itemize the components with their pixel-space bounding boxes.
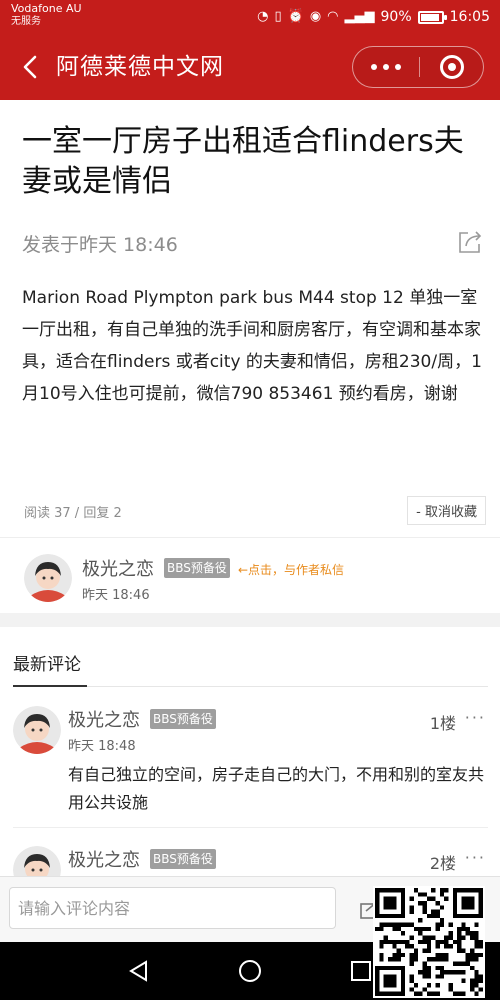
post-stats: 阅读 37 / 回复 2 [24, 506, 122, 521]
author-name[interactable]: 极光之恋 [82, 555, 154, 581]
back-arrow-icon[interactable] [16, 50, 46, 84]
comment-time: 昨天 18:48 [68, 739, 136, 754]
comment-floor: 2楼 [429, 854, 456, 873]
carrier-status: 无服务 [11, 16, 41, 27]
battery-percent: 90% [380, 9, 412, 25]
status-icons: ◔ ▯ ⏰ ◉ ◠ ▂▄▆ 90% 16:05 [257, 6, 490, 28]
eye-comfort-icon: ◉ [309, 9, 322, 24]
carrier-info: Vodafone AU 无服务 [11, 2, 82, 28]
comment-item: 极光之恋 BBS预备役 1楼 ··· 昨天 18:48 有自己独立的空间，房子走… [0, 706, 500, 826]
comment-floor: 1楼 [429, 714, 456, 733]
post-body: Marion Road Plympton park bus M44 stop 1… [22, 288, 482, 404]
miniprogram-capsule [352, 46, 484, 88]
comment-author-name[interactable]: 极光之恋 [68, 846, 140, 872]
alarm-icon: ⏰ [287, 9, 304, 24]
post-title: 一室一厅房子出租适合flinders夫妻或是情侣 [22, 124, 464, 199]
author-avatar[interactable] [24, 554, 72, 602]
author-badge: BBS预备役 [164, 558, 230, 578]
signal-icon: ▂▄▆ [344, 9, 375, 24]
page-title: 阿德莱德中文网 [56, 54, 224, 80]
clock: 16:05 [449, 9, 490, 25]
comment-input[interactable] [9, 887, 336, 929]
wifi-icon: ◠ [327, 9, 339, 24]
capsule-divider [419, 57, 420, 77]
post-time: 发表于昨天 18:46 [22, 234, 178, 256]
nav-home-icon[interactable] [235, 956, 265, 986]
comment-author-badge: BBS预备役 [150, 849, 216, 869]
comment-divider [13, 827, 488, 828]
comment-more-icon[interactable]: ··· [465, 708, 486, 727]
vibrate-icon: ▯ [274, 9, 282, 24]
status-bar: Vodafone AU 无服务 ◔ ▯ ⏰ ◉ ◠ ▂▄▆ 90% 16:05 [0, 0, 500, 34]
comment-item: 极光之恋 BBS预备役 2楼 ··· [0, 846, 500, 876]
comments-tab-underline [13, 685, 87, 687]
unfavorite-button[interactable]: - 取消收藏 [407, 496, 486, 525]
data-saver-icon: ◔ [257, 9, 269, 24]
author-block: 极光之恋 BBS预备役 ←点击，与作者私信 昨天 18:46 [0, 537, 500, 613]
share-icon[interactable] [456, 228, 484, 256]
more-dots-icon[interactable] [353, 47, 419, 87]
comment-avatar[interactable] [13, 706, 61, 754]
comment-more-icon[interactable]: ··· [465, 848, 486, 867]
comment-avatar[interactable] [13, 846, 61, 876]
author-time: 昨天 18:46 [82, 588, 150, 603]
comment-text: 有自己独立的空间，房子走自己的大门，不用和别的室友共用公共设施 [68, 765, 485, 812]
message-author-tip[interactable]: ←点击，与作者私信 [238, 561, 344, 578]
qr-code-image [373, 886, 485, 998]
app-header: 阿德莱德中文网 [0, 34, 500, 100]
comments-heading: 最新评论 [13, 655, 81, 675]
close-miniprogram-icon[interactable] [440, 55, 464, 79]
nav-back-icon[interactable] [124, 956, 154, 986]
battery-fill [420, 13, 439, 21]
comment-author-badge: BBS预备役 [150, 709, 216, 729]
comment-author-name[interactable]: 极光之恋 [68, 706, 140, 732]
nav-recents-icon[interactable] [346, 956, 376, 986]
carrier-name: Vodafone AU [11, 2, 82, 15]
section-divider [0, 613, 500, 627]
battery-icon [417, 10, 447, 24]
